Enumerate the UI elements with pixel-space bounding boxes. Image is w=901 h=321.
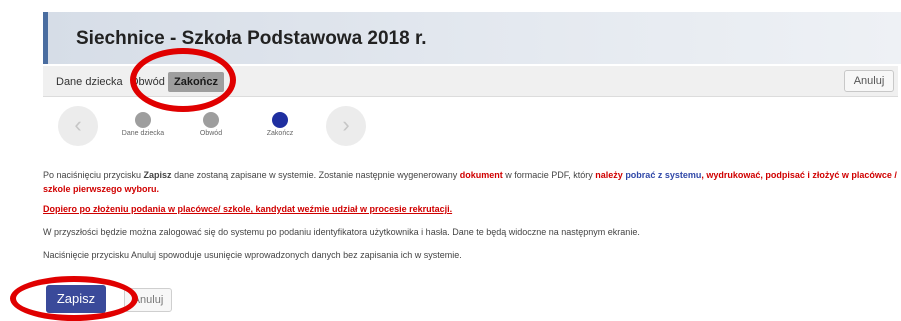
warning-text: Dopiero po złożeniu podania w placówce/ …: [43, 204, 453, 214]
step-label-zakoncz: Zakończ: [266, 130, 294, 137]
tab-dane-dziecka[interactable]: Dane dziecka: [56, 72, 123, 92]
instructions: Po naciśnięciu przycisku Zapisz dane zos…: [43, 168, 898, 262]
instruction-paragraph-2: Dopiero po złożeniu podania w placówce/ …: [43, 202, 898, 216]
instruction-paragraph-4: Naciśnięcie przycisku Anuluj spowoduje u…: [43, 250, 462, 260]
chevron-left-icon[interactable]: ‹: [58, 106, 98, 146]
text-segment: dane zostaną zapisane w systemie. Zostan…: [171, 170, 460, 180]
tab-bar: Dane dziecka Obwód Zakończ Anuluj: [43, 66, 898, 97]
save-button[interactable]: Zapisz: [46, 285, 106, 313]
tab-zakoncz[interactable]: Zakończ: [168, 72, 225, 92]
step-label-dane-dziecka: Dane dziecka: [121, 130, 165, 137]
step-label-obwod: Obwód: [199, 130, 223, 137]
text-bold: Zapisz: [143, 170, 172, 180]
text-highlight-red: należy: [595, 170, 623, 180]
step-dot-dane-dziecka: [135, 112, 151, 128]
wizard-stepper: ‹ Dane dziecka Obwód Zakończ ›: [58, 102, 378, 150]
cancel-button[interactable]: Anuluj: [124, 288, 172, 312]
cancel-button-top[interactable]: Anuluj: [844, 70, 894, 92]
instruction-paragraph-3: W przyszłości będzie można zalogować się…: [43, 227, 640, 237]
page-title: Siechnice - Szkoła Podstawowa 2018 r.: [76, 28, 427, 49]
instruction-paragraph-1: Po naciśnięciu przycisku Zapisz dane zos…: [43, 168, 898, 196]
text-highlight-blue: pobrać z systemu: [625, 170, 702, 180]
step-dot-obwod: [203, 112, 219, 128]
text-segment: Po naciśnięciu przycisku: [43, 170, 144, 180]
step-dot-zakoncz: [272, 112, 288, 128]
chevron-right-icon[interactable]: ›: [326, 106, 366, 146]
tab-obwod[interactable]: Obwód: [130, 72, 165, 92]
text-segment: w formacie PDF, który: [502, 170, 596, 180]
text-highlight-red: dokument: [459, 170, 503, 180]
page-header: Siechnice - Szkoła Podstawowa 2018 r.: [43, 12, 901, 64]
